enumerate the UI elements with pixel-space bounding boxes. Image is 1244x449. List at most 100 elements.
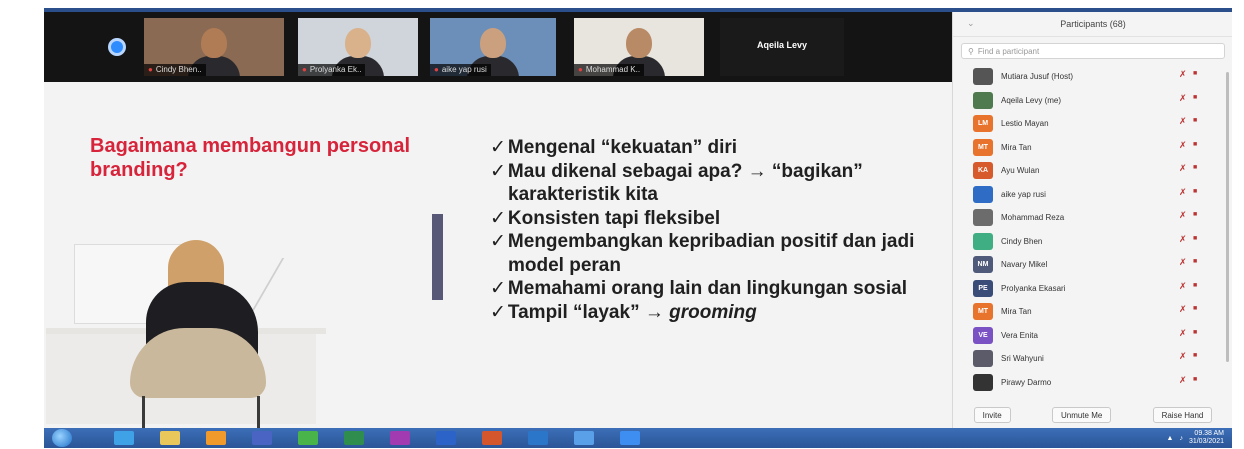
slide-bullet: ✓ Mengenal “kekuatan” diri xyxy=(490,137,738,158)
participant-name: Mutiara Jusuf (Host) xyxy=(1001,72,1074,82)
app-window: ● Cindy Bhen.. ● Prolyanka Ek.. ● aike yap ru… xyxy=(44,8,1232,448)
participant-name: Sri Wahyuni xyxy=(1001,354,1044,364)
video-off-icon: ■ xyxy=(1193,328,1198,336)
search-icon: ⚲ xyxy=(968,46,974,56)
participant-name: Prolyanka Ekasari xyxy=(1001,283,1066,293)
participant-row[interactable]: PE Prolyanka Ekasari ✗ ■ xyxy=(953,277,1232,301)
video-tile-blank[interactable]: Aqeila Levy xyxy=(720,18,844,76)
participant-row[interactable]: LM Lestio Mayan ✗ ■ xyxy=(953,112,1232,136)
active-speaker-icon[interactable] xyxy=(108,38,126,56)
clock-time: 09.38 AM xyxy=(1194,430,1224,437)
slide-bullet: ✓ Mengembangkan kepribadian positif dan j… xyxy=(490,231,915,276)
chrome-icon[interactable] xyxy=(298,431,318,445)
mic-muted-icon: ✗ xyxy=(1179,351,1187,361)
video-off-icon: ■ xyxy=(1193,375,1198,383)
excel-icon[interactable] xyxy=(344,431,364,445)
word-icon[interactable] xyxy=(436,431,456,445)
avatar xyxy=(973,68,993,86)
participant-row[interactable]: KA Ayu Wulan ✗ ■ xyxy=(953,159,1232,183)
video-tile[interactable]: ● Prolyanka Ek.. xyxy=(298,18,418,76)
participant-row[interactable]: MT Mira Tan ✗ ■ xyxy=(953,300,1232,324)
mic-muted-icon: ✗ xyxy=(1179,163,1187,173)
video-off-icon: ■ xyxy=(1193,281,1198,289)
slide-illustration-chair-legs xyxy=(142,396,260,428)
video-off-icon: ■ xyxy=(1193,352,1198,359)
avatar xyxy=(973,91,993,109)
mic-muted-icon: ● xyxy=(302,65,307,74)
mic-muted-icon: ✗ xyxy=(1179,69,1187,79)
participant-row[interactable]: Mohammad Reza ✗ ■ xyxy=(953,206,1232,230)
video-off-icon: ■ xyxy=(1193,164,1198,171)
start-button[interactable] xyxy=(52,429,72,447)
unmute-me-button[interactable]: Unmute Me xyxy=(1051,407,1112,423)
checkmark-icon: ✓ xyxy=(490,231,506,252)
participant-name: Navary Mikel xyxy=(1001,260,1048,270)
onenote-icon[interactable] xyxy=(390,431,410,445)
checkmark-icon: ✓ xyxy=(490,278,506,299)
collapse-icon[interactable]: ⌄ xyxy=(967,18,975,29)
video-tile[interactable]: ● Cindy Bhen.. xyxy=(144,18,284,76)
participant-name: Lestio Mayan xyxy=(1001,119,1049,129)
slide-bullet-list: ✓ Mengenal “kekuatan” diri ✓ Mau dikenal se… xyxy=(490,136,920,324)
participant-name: Mira Tan xyxy=(1001,142,1032,152)
video-off-icon: ■ xyxy=(1193,305,1198,312)
participant-row[interactable]: Mutiara Jusuf (Host) ✗ ■ xyxy=(953,65,1232,89)
participant-row[interactable]: Aqeila Levy (me) ✗ ■ xyxy=(953,89,1232,113)
slide-bullet: ✓ Tampil “layak” → grooming xyxy=(490,301,757,323)
mic-muted-icon: ✗ xyxy=(1179,327,1187,338)
participant-name: Mira Tan xyxy=(1001,307,1032,317)
participant-scrollbar[interactable] xyxy=(1226,72,1229,362)
folder-icon[interactable] xyxy=(160,431,180,445)
raise-hand-button[interactable]: Raise Hand xyxy=(1152,407,1213,423)
system-tray: ▲ ♪ 09.38 AM 31/03/2021 xyxy=(1167,428,1224,448)
avatar xyxy=(973,185,993,203)
taskbar: ▲ ♪ 09.38 AM 31/03/2021 xyxy=(44,428,1232,448)
slide-illustration-lamp xyxy=(241,258,345,328)
participant-row[interactable]: MT Mira Tan ✗ ■ xyxy=(953,136,1232,160)
participant-name: aike yap rusi xyxy=(1001,189,1046,199)
participants-panel: ⌄ Participants (68) ⚲ Find a participant… xyxy=(952,12,1232,428)
avatar: LM xyxy=(973,115,993,133)
video-tile[interactable]: ● Mohammad K.. xyxy=(574,18,704,76)
photos-icon[interactable] xyxy=(574,431,594,445)
zoom-icon[interactable] xyxy=(620,431,640,445)
participant-face xyxy=(345,28,371,58)
checkmark-icon: ✓ xyxy=(490,137,506,158)
mic-muted-icon: ✗ xyxy=(1179,304,1187,314)
media-icon[interactable] xyxy=(206,431,226,445)
powerpoint-icon[interactable] xyxy=(482,431,502,445)
slide-bullet: ✓ Mau dikenal sebagai apa? → “bagikan” ka… xyxy=(490,160,863,206)
participant-row[interactable]: Pirawy Darmo ✗ ■ xyxy=(953,371,1232,395)
participant-search-input[interactable]: ⚲ Find a participant xyxy=(961,43,1225,59)
video-tile[interactable]: ● aike yap rusi xyxy=(430,18,556,76)
participant-row[interactable]: VE Vera Enita ✗ ■ xyxy=(953,324,1232,348)
checkmark-icon: ✓ xyxy=(490,301,506,323)
participants-header: ⌄ Participants (68) xyxy=(953,12,1232,37)
avatar: KA xyxy=(973,162,993,180)
mic-muted-icon: ✗ xyxy=(1179,92,1187,103)
participant-face xyxy=(201,28,227,58)
mic-muted-icon: ✗ xyxy=(1179,139,1187,150)
video-tile-name: ● aike yap rusi xyxy=(430,64,491,76)
outlook-icon[interactable] xyxy=(528,431,548,445)
participant-row[interactable]: Sri Wahyuni ✗ ■ xyxy=(953,347,1232,371)
participant-face xyxy=(480,28,506,58)
participant-row[interactable]: NM Navary Mikel ✗ ■ xyxy=(953,253,1232,277)
slide-divider xyxy=(432,214,443,300)
video-tile-name: ● Mohammad K.. xyxy=(574,64,645,76)
mic-muted-icon: ✗ xyxy=(1179,210,1187,220)
clock[interactable]: 09.38 AM 31/03/2021 xyxy=(1189,430,1224,446)
participant-name: Vera Enita xyxy=(1001,330,1038,340)
participant-row[interactable]: aike yap rusi ✗ ■ xyxy=(953,183,1232,207)
video-tile-name: ● Prolyanka Ek.. xyxy=(298,64,366,76)
ie-icon[interactable] xyxy=(114,431,134,445)
network-icon[interactable]: ▲ xyxy=(1167,435,1174,442)
avatar xyxy=(973,209,993,227)
slide-bullet: ✓ Memahami orang lain dan lingkungan sosi… xyxy=(490,278,907,299)
participant-row[interactable]: Cindy Bhen ✗ ■ xyxy=(953,230,1232,254)
participant-list: Mutiara Jusuf (Host) ✗ ■ Aqeila Levy (me) ✗ ■… xyxy=(953,65,1232,394)
volume-icon[interactable]: ♪ xyxy=(1179,435,1183,442)
player-icon[interactable] xyxy=(252,431,272,445)
mic-muted-icon: ● xyxy=(434,65,439,74)
invite-button[interactable]: Invite xyxy=(973,407,1011,423)
